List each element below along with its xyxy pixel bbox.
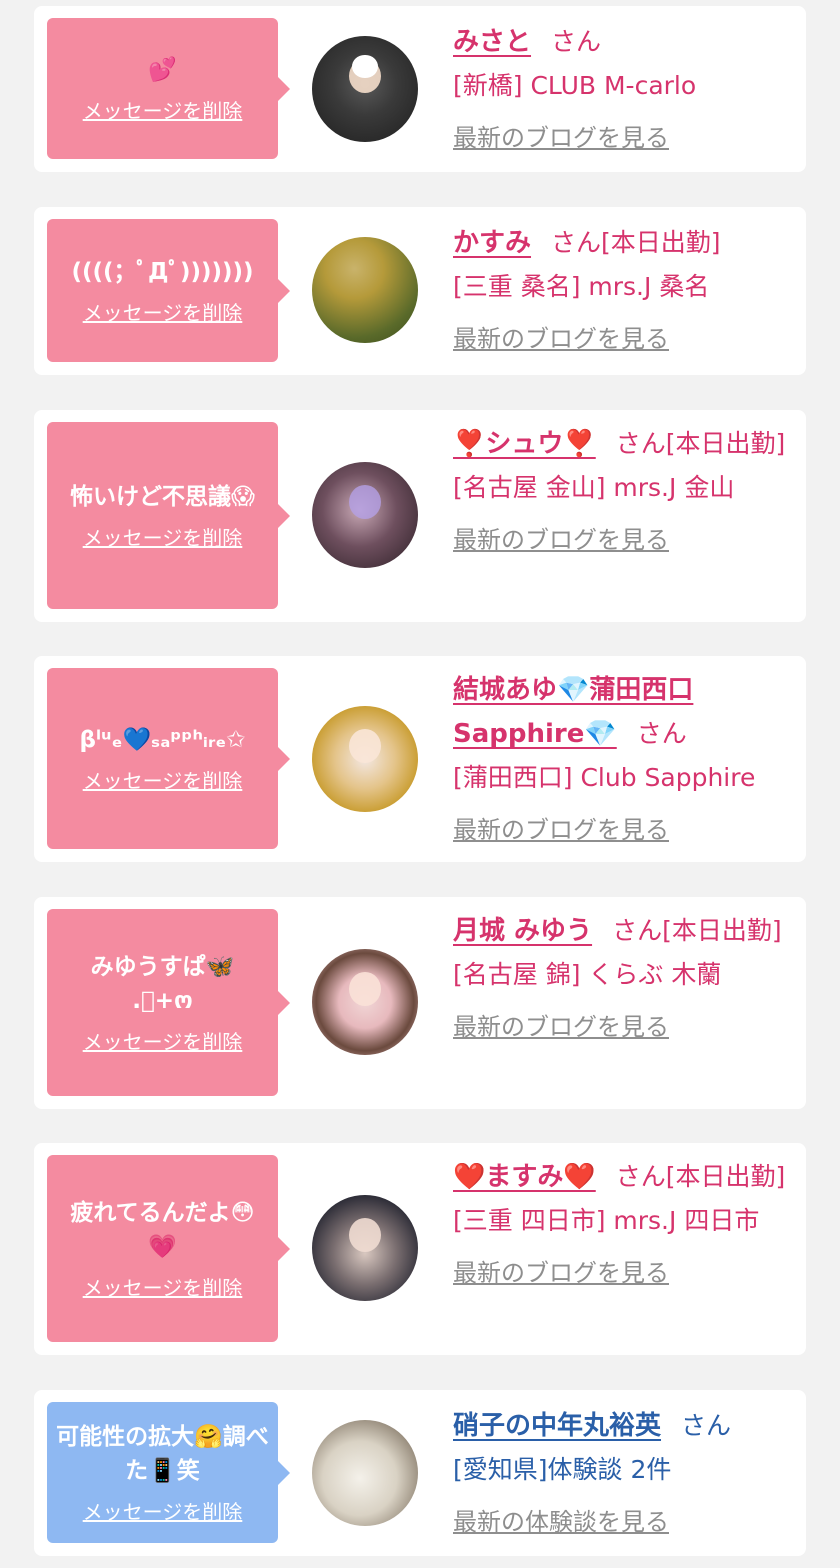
delete-message-link[interactable]: メッセージを削除 xyxy=(83,297,243,326)
honorific: さん xyxy=(615,429,666,458)
shop-label: [三重 四日市] mrs.J 四日市 xyxy=(453,1206,760,1235)
profile-info: かすみ さん[本日出勤] [三重 桑名] mrs.J 桑名 最新のブログを見る xyxy=(453,221,793,361)
message-text: みゆうすぱ🦋 .ﾟ+ო xyxy=(90,954,235,1014)
shop-label: [名古屋 金山] mrs.J 金山 xyxy=(453,473,735,502)
list-item: 💕 メッセージを削除 みさと さん [新橋] CLUB M-carlo 最新のブロ… xyxy=(34,6,806,172)
avatar[interactable] xyxy=(312,1195,418,1301)
latest-blog-link[interactable]: 最新のブログを見る xyxy=(453,808,669,852)
status-badge: [本日出勤] xyxy=(662,916,782,945)
name-link[interactable]: 硝子の中年丸裕英 xyxy=(453,1411,661,1441)
message-bubble: 怖いけど不思議😱 メッセージを削除 xyxy=(47,422,290,609)
status-badge: [本日出勤] xyxy=(665,429,786,458)
list-item: 疲れてるんだよ😳 💗 メッセージを削除 ❤️ますみ❤️ さん[本日出勤] [三重 … xyxy=(34,1143,806,1355)
delete-message-link[interactable]: メッセージを削除 xyxy=(83,522,243,551)
honorific: さん xyxy=(612,916,663,945)
favorite-list: 💕 メッセージを削除 みさと さん [新橋] CLUB M-carlo 最新のブロ… xyxy=(0,0,840,1568)
honorific: さん xyxy=(615,1162,666,1191)
name-link[interactable]: ❤️ますみ❤️ xyxy=(453,1162,596,1192)
name-link[interactable]: ❣️シュウ❣️ xyxy=(453,429,596,459)
shop-label: [名古屋 錦] くらぶ 木蘭 xyxy=(453,960,722,989)
delete-message-link[interactable]: メッセージを削除 xyxy=(83,1026,243,1055)
delete-message-link[interactable]: メッセージを削除 xyxy=(83,765,243,794)
message-bubble: βˡᵘₑ💙ₛₐᵖᵖʰᵢᵣₑ✩ メッセージを削除 xyxy=(47,668,290,849)
delete-message-link[interactable]: メッセージを削除 xyxy=(83,1272,243,1301)
message-text: 疲れてるんだよ😳 💗 xyxy=(70,1200,255,1260)
shop-label: [三重 桑名] mrs.J 桑名 xyxy=(453,272,710,301)
profile-info: 月城 みゆう さん[本日出勤] [名古屋 錦] くらぶ 木蘭 最新のブログを見る xyxy=(453,909,793,1049)
avatar[interactable] xyxy=(312,949,418,1055)
profile-info: ❤️ますみ❤️ さん[本日出勤] [三重 四日市] mrs.J 四日市 最新のブロ… xyxy=(453,1155,793,1295)
honorific: さん xyxy=(681,1411,732,1440)
list-item: 可能性の拡大🤗調べた📱笑 メッセージを削除 硝子の中年丸裕英 さん [愛知県]体験… xyxy=(34,1390,806,1556)
shop-label: [蒲田西口] Club Sapphire xyxy=(453,763,756,792)
name-link[interactable]: みさと xyxy=(453,27,531,57)
honorific: さん xyxy=(551,27,602,56)
name-link[interactable]: かすみ xyxy=(453,228,531,258)
latest-blog-link[interactable]: 最新のブログを見る xyxy=(453,1005,669,1049)
list-item: 怖いけど不思議😱 メッセージを削除 ❣️シュウ❣️ さん[本日出勤] [名古屋 金… xyxy=(34,410,806,622)
delete-message-link[interactable]: メッセージを削除 xyxy=(83,1496,243,1525)
latest-blog-link[interactable]: 最新のブログを見る xyxy=(453,317,669,361)
avatar[interactable] xyxy=(312,462,418,568)
shop-label: [新橋] CLUB M-carlo xyxy=(453,71,697,100)
delete-message-link[interactable]: メッセージを削除 xyxy=(83,95,243,124)
profile-info: ❣️シュウ❣️ さん[本日出勤] [名古屋 金山] mrs.J 金山 最新のブログ… xyxy=(453,422,793,562)
avatar[interactable] xyxy=(312,237,418,343)
status-badge: [本日出勤] xyxy=(601,228,721,257)
list-item: βˡᵘₑ💙ₛₐᵖᵖʰᵢᵣₑ✩ メッセージを削除 結城あゆ💎蒲田西口Sapphir… xyxy=(34,656,806,862)
message-bubble: 💕 メッセージを削除 xyxy=(47,18,290,159)
honorific: さん xyxy=(551,228,602,257)
profile-info: 硝子の中年丸裕英 さん [愛知県]体験談 2件 最新の体験談を見る xyxy=(453,1404,793,1544)
message-bubble: みゆうすぱ🦋 .ﾟ+ო メッセージを削除 xyxy=(47,909,290,1096)
profile-info: 結城あゆ💎蒲田西口Sapphire💎 さん [蒲田西口] Club Sapphir… xyxy=(453,668,793,852)
status-badge: [本日出勤] xyxy=(665,1162,786,1191)
name-link[interactable]: 月城 みゆう xyxy=(453,916,592,946)
message-bubble: ((((；ﾟДﾟ))))))) メッセージを削除 xyxy=(47,219,290,362)
shop-label: [愛知県]体験談 2件 xyxy=(453,1455,672,1484)
profile-info: みさと さん [新橋] CLUB M-carlo 最新のブログを見る xyxy=(453,20,793,160)
message-text: 💕 xyxy=(148,57,177,83)
latest-review-link[interactable]: 最新の体験談を見る xyxy=(453,1500,669,1544)
message-text: ((((；ﾟДﾟ))))))) xyxy=(71,259,254,285)
latest-blog-link[interactable]: 最新のブログを見る xyxy=(453,518,669,562)
message-text: 可能性の拡大🤗調べた📱笑 xyxy=(56,1424,269,1484)
latest-blog-link[interactable]: 最新のブログを見る xyxy=(453,116,669,160)
list-item: ((((；ﾟДﾟ))))))) メッセージを削除 かすみ さん[本日出勤] [三重… xyxy=(34,207,806,375)
avatar[interactable] xyxy=(312,36,418,142)
message-text: 怖いけど不思議😱 xyxy=(70,484,255,510)
avatar[interactable] xyxy=(312,706,418,812)
list-item: みゆうすぱ🦋 .ﾟ+ო メッセージを削除 月城 みゆう さん[本日出勤] [名古屋… xyxy=(34,897,806,1109)
message-text: βˡᵘₑ💙ₛₐᵖᵖʰᵢᵣₑ✩ xyxy=(79,727,246,753)
honorific: さん xyxy=(636,719,687,748)
message-bubble: 疲れてるんだよ😳 💗 メッセージを削除 xyxy=(47,1155,290,1342)
latest-blog-link[interactable]: 最新のブログを見る xyxy=(453,1251,669,1295)
avatar[interactable] xyxy=(312,1420,418,1526)
message-bubble: 可能性の拡大🤗調べた📱笑 メッセージを削除 xyxy=(47,1402,290,1543)
